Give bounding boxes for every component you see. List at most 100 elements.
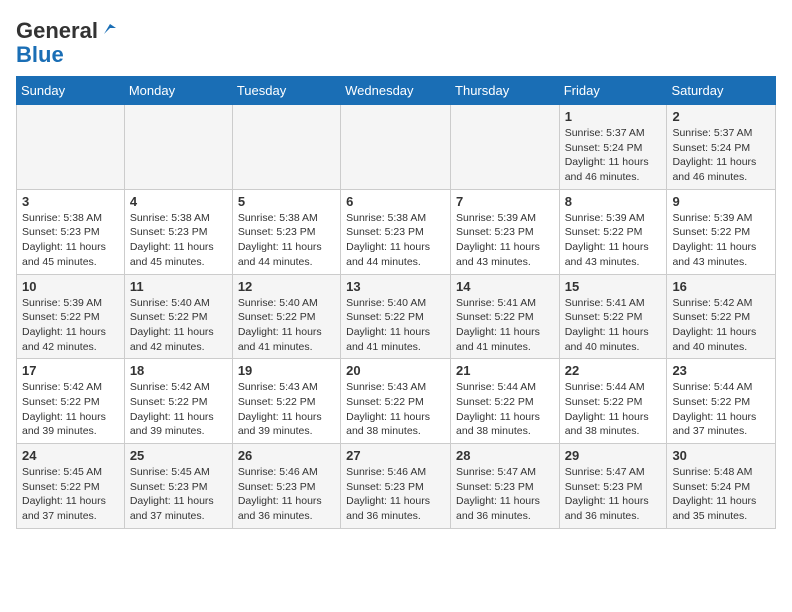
- calendar-cell: 4 Sunrise: 5:38 AM Sunset: 5:23 PM Daylig…: [124, 189, 232, 274]
- calendar-cell: 29 Sunrise: 5:47 AM Sunset: 5:23 PM Dayli…: [559, 444, 667, 529]
- calendar-cell: 9 Sunrise: 5:39 AM Sunset: 5:22 PM Daylig…: [667, 189, 776, 274]
- calendar-cell: [341, 105, 451, 190]
- calendar-cell: 30 Sunrise: 5:48 AM Sunset: 5:24 PM Dayli…: [667, 444, 776, 529]
- day-info: Sunrise: 5:39 AM Sunset: 5:22 PM Dayligh…: [672, 211, 770, 270]
- calendar-cell: 7 Sunrise: 5:39 AM Sunset: 5:23 PM Daylig…: [451, 189, 560, 274]
- calendar-cell: 22 Sunrise: 5:44 AM Sunset: 5:22 PM Dayli…: [559, 359, 667, 444]
- day-info: Sunrise: 5:42 AM Sunset: 5:22 PM Dayligh…: [22, 380, 119, 439]
- day-number: 17: [22, 363, 119, 378]
- calendar-cell: 5 Sunrise: 5:38 AM Sunset: 5:23 PM Daylig…: [232, 189, 340, 274]
- day-info: Sunrise: 5:40 AM Sunset: 5:22 PM Dayligh…: [346, 296, 445, 355]
- calendar-week-1: 1 Sunrise: 5:37 AM Sunset: 5:24 PM Daylig…: [17, 105, 776, 190]
- calendar-cell: 12Sunrise: 5:40 AM Sunset: 5:22 PM Dayli…: [232, 274, 340, 359]
- calendar-cell: 27Sunrise: 5:46 AM Sunset: 5:23 PM Dayli…: [341, 444, 451, 529]
- day-info: Sunrise: 5:48 AM Sunset: 5:24 PM Dayligh…: [672, 465, 770, 524]
- dow-monday: Monday: [124, 77, 232, 105]
- day-number: 7: [456, 194, 554, 209]
- day-number: 23: [672, 363, 770, 378]
- day-number: 11: [130, 279, 227, 294]
- day-number: 16: [672, 279, 770, 294]
- day-number: 27: [346, 448, 445, 463]
- calendar-cell: 28 Sunrise: 5:47 AM Sunset: 5:23 PM Dayli…: [451, 444, 560, 529]
- day-number: 8: [565, 194, 662, 209]
- day-info: Sunrise: 5:44 AM Sunset: 5:22 PM Dayligh…: [672, 380, 770, 439]
- calendar-cell: 14 Sunrise: 5:41 AM Sunset: 5:22 PM Dayli…: [451, 274, 560, 359]
- day-number: 25: [130, 448, 227, 463]
- day-info: Sunrise: 5:38 AM Sunset: 5:23 PM Dayligh…: [238, 211, 335, 270]
- dow-friday: Friday: [559, 77, 667, 105]
- day-info: Sunrise: 5:40 AM Sunset: 5:22 PM Dayligh…: [130, 296, 227, 355]
- calendar-table: SundayMondayTuesdayWednesdayThursdayFrid…: [16, 76, 776, 529]
- day-number: 9: [672, 194, 770, 209]
- day-number: 1: [565, 109, 662, 124]
- logo-blue-text: Blue: [16, 42, 64, 68]
- calendar-cell: 11 Sunrise: 5:40 AM Sunset: 5:22 PM Dayli…: [124, 274, 232, 359]
- logo: General Blue: [16, 20, 118, 68]
- calendar-cell: 24Sunrise: 5:45 AM Sunset: 5:22 PM Dayli…: [17, 444, 125, 529]
- day-info: Sunrise: 5:45 AM Sunset: 5:23 PM Dayligh…: [130, 465, 227, 524]
- calendar-cell: 6 Sunrise: 5:38 AM Sunset: 5:23 PM Daylig…: [341, 189, 451, 274]
- calendar-cell: 25 Sunrise: 5:45 AM Sunset: 5:23 PM Dayli…: [124, 444, 232, 529]
- day-info: Sunrise: 5:38 AM Sunset: 5:23 PM Dayligh…: [130, 211, 227, 270]
- day-info: Sunrise: 5:38 AM Sunset: 5:23 PM Dayligh…: [346, 211, 445, 270]
- calendar-cell: 3 Sunrise: 5:38 AM Sunset: 5:23 PM Daylig…: [17, 189, 125, 274]
- day-info: Sunrise: 5:41 AM Sunset: 5:22 PM Dayligh…: [565, 296, 662, 355]
- calendar-body: 1 Sunrise: 5:37 AM Sunset: 5:24 PM Daylig…: [17, 105, 776, 529]
- day-info: Sunrise: 5:44 AM Sunset: 5:22 PM Dayligh…: [565, 380, 662, 439]
- day-info: Sunrise: 5:42 AM Sunset: 5:22 PM Dayligh…: [672, 296, 770, 355]
- calendar-cell: 19Sunrise: 5:43 AM Sunset: 5:22 PM Dayli…: [232, 359, 340, 444]
- calendar-cell: 21Sunrise: 5:44 AM Sunset: 5:22 PM Dayli…: [451, 359, 560, 444]
- day-number: 22: [565, 363, 662, 378]
- calendar-cell: 26 Sunrise: 5:46 AM Sunset: 5:23 PM Dayli…: [232, 444, 340, 529]
- calendar-cell: 17 Sunrise: 5:42 AM Sunset: 5:22 PM Dayli…: [17, 359, 125, 444]
- day-info: Sunrise: 5:37 AM Sunset: 5:24 PM Dayligh…: [672, 126, 770, 185]
- calendar-cell: [124, 105, 232, 190]
- day-number: 2: [672, 109, 770, 124]
- calendar-cell: 1 Sunrise: 5:37 AM Sunset: 5:24 PM Daylig…: [559, 105, 667, 190]
- day-number: 12: [238, 279, 335, 294]
- day-number: 6: [346, 194, 445, 209]
- day-info: Sunrise: 5:39 AM Sunset: 5:22 PM Dayligh…: [565, 211, 662, 270]
- calendar-cell: 20Sunrise: 5:43 AM Sunset: 5:22 PM Dayli…: [341, 359, 451, 444]
- header: General Blue: [16, 16, 776, 68]
- calendar-cell: 13 Sunrise: 5:40 AM Sunset: 5:22 PM Dayli…: [341, 274, 451, 359]
- day-info: Sunrise: 5:47 AM Sunset: 5:23 PM Dayligh…: [456, 465, 554, 524]
- calendar-cell: 23 Sunrise: 5:44 AM Sunset: 5:22 PM Dayli…: [667, 359, 776, 444]
- day-number: 14: [456, 279, 554, 294]
- day-number: 13: [346, 279, 445, 294]
- day-number: 3: [22, 194, 119, 209]
- calendar-cell: 10Sunrise: 5:39 AM Sunset: 5:22 PM Dayli…: [17, 274, 125, 359]
- day-info: Sunrise: 5:39 AM Sunset: 5:23 PM Dayligh…: [456, 211, 554, 270]
- day-number: 21: [456, 363, 554, 378]
- day-info: Sunrise: 5:42 AM Sunset: 5:22 PM Dayligh…: [130, 380, 227, 439]
- calendar-week-2: 3 Sunrise: 5:38 AM Sunset: 5:23 PM Daylig…: [17, 189, 776, 274]
- day-info: Sunrise: 5:37 AM Sunset: 5:24 PM Dayligh…: [565, 126, 662, 185]
- day-number: 15: [565, 279, 662, 294]
- dow-tuesday: Tuesday: [232, 77, 340, 105]
- logo-bird-icon: [100, 20, 118, 38]
- day-info: Sunrise: 5:38 AM Sunset: 5:23 PM Dayligh…: [22, 211, 119, 270]
- calendar-cell: 2 Sunrise: 5:37 AM Sunset: 5:24 PM Daylig…: [667, 105, 776, 190]
- calendar-cell: [232, 105, 340, 190]
- dow-saturday: Saturday: [667, 77, 776, 105]
- day-info: Sunrise: 5:43 AM Sunset: 5:22 PM Dayligh…: [346, 380, 445, 439]
- calendar-week-3: 10Sunrise: 5:39 AM Sunset: 5:22 PM Dayli…: [17, 274, 776, 359]
- calendar-cell: 15 Sunrise: 5:41 AM Sunset: 5:22 PM Dayli…: [559, 274, 667, 359]
- day-info: Sunrise: 5:41 AM Sunset: 5:22 PM Dayligh…: [456, 296, 554, 355]
- day-info: Sunrise: 5:45 AM Sunset: 5:22 PM Dayligh…: [22, 465, 119, 524]
- day-number: 30: [672, 448, 770, 463]
- calendar-cell: [17, 105, 125, 190]
- day-number: 29: [565, 448, 662, 463]
- calendar-week-4: 17 Sunrise: 5:42 AM Sunset: 5:22 PM Dayli…: [17, 359, 776, 444]
- day-info: Sunrise: 5:47 AM Sunset: 5:23 PM Dayligh…: [565, 465, 662, 524]
- day-number: 5: [238, 194, 335, 209]
- day-number: 18: [130, 363, 227, 378]
- day-number: 28: [456, 448, 554, 463]
- logo-general-text: General: [16, 20, 98, 42]
- calendar-cell: 16 Sunrise: 5:42 AM Sunset: 5:22 PM Dayli…: [667, 274, 776, 359]
- day-info: Sunrise: 5:46 AM Sunset: 5:23 PM Dayligh…: [238, 465, 335, 524]
- day-number: 4: [130, 194, 227, 209]
- day-number: 26: [238, 448, 335, 463]
- calendar-cell: [451, 105, 560, 190]
- dow-wednesday: Wednesday: [341, 77, 451, 105]
